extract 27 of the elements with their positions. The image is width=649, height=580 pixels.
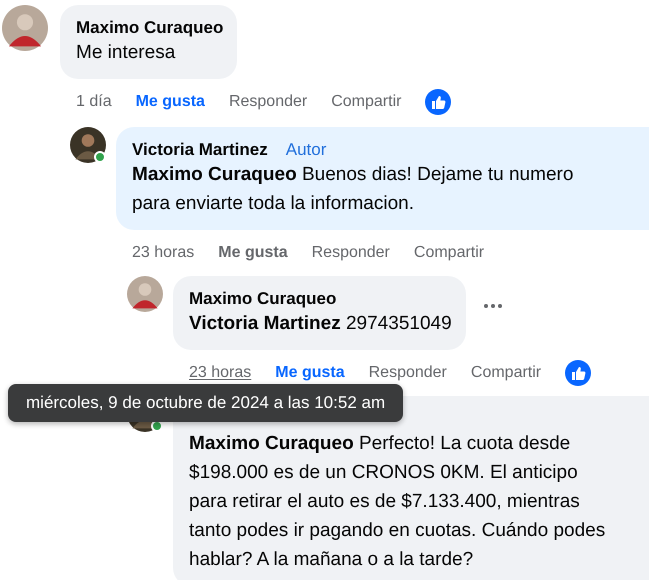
- share-link[interactable]: Compartir: [331, 93, 402, 111]
- avatar[interactable]: [70, 127, 106, 163]
- comment-time[interactable]: 1 día: [76, 93, 112, 111]
- comment-time[interactable]: 23 horas: [189, 364, 252, 382]
- author-name[interactable]: Maximo Curaqueo: [189, 288, 336, 309]
- more-options-icon[interactable]: [484, 304, 502, 308]
- comment-text: Maximo Curaqueo Buenos dias! Dejame tu numero para enviarte toda la informacion.: [132, 163, 574, 216]
- like-link[interactable]: Me gusta: [136, 93, 205, 111]
- avatar[interactable]: [2, 5, 48, 51]
- reply-link[interactable]: Responder: [312, 244, 390, 262]
- share-link[interactable]: Compartir: [414, 244, 484, 262]
- comment-text: Victoria Martinez 2974351049: [189, 312, 452, 336]
- avatar[interactable]: [127, 276, 163, 312]
- timestamp-tooltip: miércoles, 9 de octubre de 2024 a las 10:52 am: [8, 384, 404, 422]
- comment-text: Me interesa: [76, 41, 176, 65]
- author-label: Autor: [286, 139, 326, 160]
- share-link[interactable]: Compartir: [470, 364, 542, 382]
- like-link[interactable]: Me gusta: [218, 244, 288, 262]
- like-reaction-icon[interactable]: [565, 360, 592, 386]
- reply-link[interactable]: Responder: [368, 364, 447, 382]
- author-name[interactable]: Maximo Curaqueo: [76, 17, 224, 38]
- comment-time[interactable]: 23 horas: [132, 244, 194, 262]
- like-link[interactable]: Me gusta: [275, 364, 345, 382]
- reply-link[interactable]: Responder: [228, 93, 308, 111]
- comment-text: Maximo Curaqueo Perfecto! La cuota desde $198.000 es de un CRONOS 0KM. El anticipo para retirar el auto es de $7.133.400, mientras tanto podes ir pagando en cuotas. Cuándo podes hablar? A la mañana o a la tarde?: [189, 432, 606, 572]
- author-name[interactable]: Victoria Martinez: [132, 139, 268, 160]
- like-reaction-icon[interactable]: [425, 89, 452, 115]
